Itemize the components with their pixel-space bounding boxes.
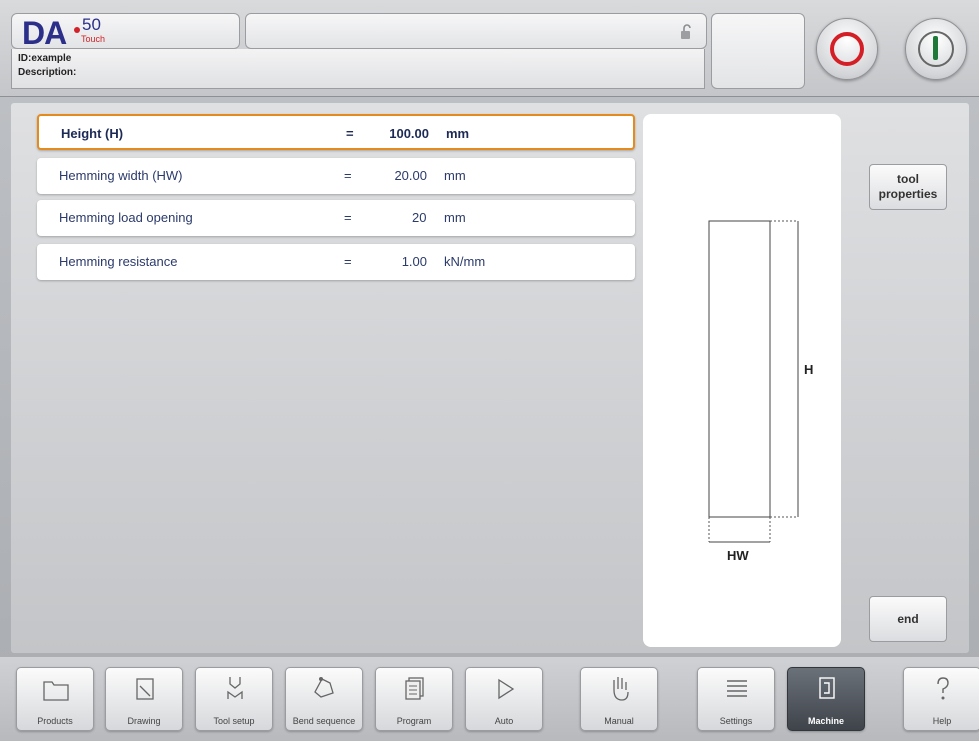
param-unit: mm [446, 126, 470, 141]
stop-button[interactable] [816, 18, 878, 80]
nav-label: Settings [719, 716, 753, 726]
param-label: Height (H) [61, 126, 124, 141]
nav-settings[interactable]: Settings [697, 667, 775, 731]
param-row-hemming-load-opening[interactable]: Hemming load opening = 20 mm [37, 200, 635, 236]
param-eq: = [344, 168, 352, 183]
product-id: ID:example [18, 53, 72, 64]
punch-die-icon [227, 677, 243, 699]
nav-label: Program [396, 716, 432, 726]
logo-dot [74, 27, 80, 33]
product-info-panel: ID:example Description: [11, 49, 705, 89]
message-bar [245, 13, 707, 49]
param-label: Hemming load opening [59, 210, 193, 225]
tool-properties-label: tool properties [878, 172, 938, 201]
logo-brand: DA [22, 15, 67, 51]
nav-products[interactable]: Products [16, 667, 94, 731]
status-box [711, 13, 805, 89]
logo-sub: Touch [81, 34, 106, 44]
param-eq: = [346, 126, 354, 141]
nav-help[interactable]: Help [903, 667, 979, 731]
width-dim-label: HW [727, 548, 749, 563]
param-eq: = [344, 210, 352, 225]
nav-label: Bend sequence [292, 716, 356, 726]
param-unit: mm [444, 210, 466, 225]
top-header: DA 50 Touch ID:example Description: [0, 0, 979, 97]
bend-sequence-icon [314, 677, 334, 698]
param-value: 1.00 [401, 254, 427, 269]
nav-bend-sequence[interactable]: Bend sequence [285, 667, 363, 731]
param-unit: mm [444, 168, 466, 183]
nav-machine[interactable]: Machine [787, 667, 865, 731]
main-panel: Height (H) = 100.00 mm Hemming width (HW… [11, 103, 969, 653]
height-dim-label: H [804, 362, 813, 377]
end-button[interactable]: end [869, 596, 947, 642]
nav-label: Drawing [127, 716, 161, 726]
unlock-icon[interactable] [680, 24, 694, 40]
logo-model: 50 [82, 15, 101, 34]
hand-icon [613, 677, 629, 701]
param-label: Hemming resistance [59, 254, 178, 269]
param-value: 20.00 [394, 168, 427, 183]
nav-tool-setup[interactable]: Tool setup [195, 667, 273, 731]
nav-label: Products [37, 716, 73, 726]
nav-drawing[interactable]: Drawing [105, 667, 183, 731]
logo: DA 50 Touch [11, 13, 240, 49]
hemming-tool-diagram: H HW [708, 220, 813, 563]
param-value: 20 [412, 210, 427, 225]
pencil-icon [136, 678, 154, 700]
nav-program[interactable]: Program [375, 667, 453, 731]
param-row-height[interactable]: Height (H) = 100.00 mm [37, 114, 635, 150]
nav-manual[interactable]: Manual [580, 667, 658, 731]
stop-icon [830, 32, 864, 66]
start-button[interactable] [905, 18, 967, 80]
param-row-hemming-width[interactable]: Hemming width (HW) = 20.00 mm [37, 158, 635, 194]
product-description: Description: [18, 67, 77, 78]
nav-label: Tool setup [213, 716, 255, 726]
param-unit: kN/mm [444, 254, 486, 269]
nav-label: Help [932, 716, 952, 726]
start-bar [933, 36, 938, 60]
question-icon [937, 677, 949, 700]
nav-label: Manual [604, 716, 634, 726]
list-icon [727, 680, 747, 697]
nav-auto[interactable]: Auto [465, 667, 543, 731]
param-label: Hemming width (HW) [59, 168, 183, 183]
nav-label: Auto [494, 716, 514, 726]
play-icon [498, 678, 515, 700]
tool-properties-button[interactable]: tool properties [869, 164, 947, 210]
folder-icon [43, 681, 69, 701]
param-row-hemming-resistance[interactable]: Hemming resistance = 1.00 kN/mm [37, 244, 635, 280]
tool-drawing: H HW [643, 114, 841, 647]
param-value: 100.00 [389, 126, 429, 141]
pages-icon [405, 677, 424, 700]
nav-label: Machine [807, 716, 844, 726]
end-label: end [897, 611, 919, 626]
machine-icon [819, 677, 835, 699]
bottom-nav: Products Drawing Tool setup Bend sequenc… [0, 657, 979, 741]
param-eq: = [344, 254, 352, 269]
